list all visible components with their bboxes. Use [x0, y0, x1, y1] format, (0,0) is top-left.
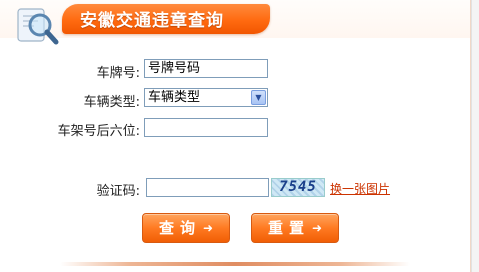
page-title: 安徽交通违章查询: [80, 11, 224, 31]
frame-no-input[interactable]: [144, 118, 268, 137]
refresh-captcha-link[interactable]: 换一张图片: [330, 180, 390, 197]
reset-button-label: 重置: [267, 219, 310, 237]
magnifier-document-icon: [17, 8, 59, 45]
arrow-right-icon: ➜: [202, 221, 214, 235]
chevron-down-icon[interactable]: ▼: [251, 90, 266, 105]
captcha-label: 验证码:: [96, 184, 140, 199]
vehicle-type-value: 车辆类型: [148, 90, 201, 105]
captcha-input[interactable]: [146, 178, 269, 197]
captcha-image: 7545: [271, 178, 325, 197]
plate-label: 车牌号:: [96, 66, 140, 81]
plate-input[interactable]: 号牌号码: [144, 59, 268, 78]
reset-button[interactable]: 重置 ➜: [251, 213, 339, 243]
arrow-right-icon: ➜: [311, 221, 323, 235]
vehicle-type-select[interactable]: 车辆类型 ▼: [144, 88, 268, 107]
scrollbar[interactable]: [471, 0, 479, 272]
frame-no-label: 车架号后六位:: [57, 124, 140, 139]
query-button[interactable]: 查询 ➜: [142, 213, 230, 243]
query-button-label: 查询: [158, 219, 201, 237]
bottom-divider: [60, 262, 410, 266]
vehicle-type-label: 车辆类型:: [83, 95, 140, 110]
query-panel: 安徽交通违章查询 车牌号: 号牌号码 车辆类型: 车辆类型 ▼ 车架号后六位: …: [0, 0, 471, 272]
header: 安徽交通违章查询: [0, 0, 470, 45]
